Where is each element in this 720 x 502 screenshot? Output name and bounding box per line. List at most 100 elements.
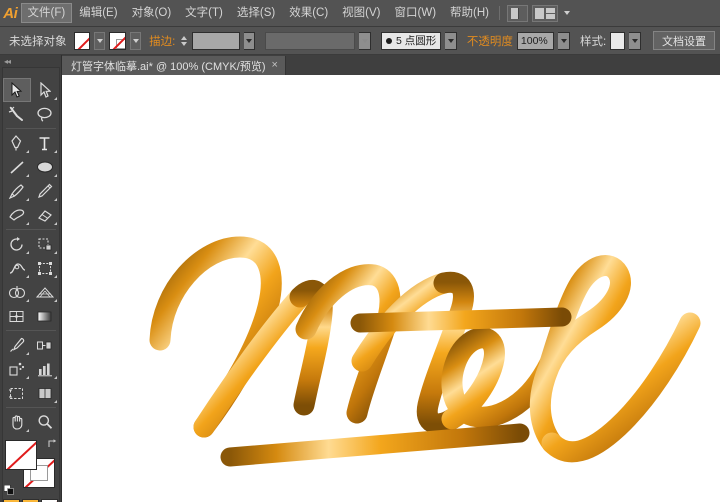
workspace-switcher-icon[interactable] bbox=[532, 5, 558, 22]
blend-tool[interactable] bbox=[31, 333, 59, 357]
tool-flyout-corner-icon bbox=[54, 222, 57, 225]
opacity-input[interactable]: 100% bbox=[517, 32, 555, 50]
shape-builder-tool[interactable] bbox=[3, 280, 31, 304]
menu-item-help[interactable]: 帮助(H) bbox=[443, 3, 496, 23]
ellipse-tool[interactable] bbox=[31, 155, 59, 179]
blob-brush-tool[interactable] bbox=[3, 203, 31, 227]
tool-flyout-corner-icon bbox=[54, 275, 57, 278]
type-tool[interactable] bbox=[31, 131, 59, 155]
document-tab[interactable]: 灯管字体临摹.ai* @ 100% (CMYK/预览) × bbox=[62, 56, 286, 75]
brush-definition-input[interactable] bbox=[265, 32, 355, 50]
menu-bar: Ai 文件(F) 编辑(E) 对象(O) 文字(T) 选择(S) 效果(C) 视… bbox=[0, 0, 720, 27]
column-graph-tool[interactable] bbox=[31, 357, 59, 381]
tool-flyout-corner-icon bbox=[26, 150, 29, 153]
tool-flyout-corner-icon bbox=[54, 150, 57, 153]
fill-color-swatch[interactable] bbox=[74, 32, 91, 50]
menu-item-edit[interactable]: 编辑(E) bbox=[72, 3, 124, 23]
tool-divider bbox=[6, 330, 56, 331]
tools-panel: ◂◂ bbox=[0, 55, 62, 502]
eraser-tool[interactable] bbox=[31, 203, 59, 227]
tool-flyout-corner-icon bbox=[54, 198, 57, 201]
eyedropper-tool[interactable] bbox=[3, 333, 31, 357]
magic-wand-tool[interactable] bbox=[3, 102, 31, 126]
stroke-weight-input[interactable] bbox=[192, 32, 239, 50]
symbol-sprayer-tool[interactable] bbox=[3, 357, 31, 381]
pen-tool[interactable] bbox=[3, 131, 31, 155]
swap-fill-stroke-icon[interactable] bbox=[47, 438, 58, 449]
tool-divider bbox=[6, 128, 56, 129]
menu-item-file[interactable]: 文件(F) bbox=[21, 3, 73, 23]
opacity-label[interactable]: 不透明度 bbox=[467, 33, 513, 49]
gradient-tool[interactable] bbox=[31, 304, 59, 328]
tool-flyout-corner-icon bbox=[26, 251, 29, 254]
paintbrush-tool[interactable] bbox=[3, 179, 31, 203]
stroke-color-swatch[interactable] bbox=[109, 32, 126, 50]
tool-flyout-corner-icon bbox=[54, 174, 57, 177]
menu-item-window[interactable]: 窗口(W) bbox=[388, 3, 444, 23]
brush-definition-dropdown[interactable] bbox=[359, 32, 371, 50]
variable-width-profile-value: 5 点圆形 bbox=[396, 33, 436, 48]
menu-item-type[interactable]: 文字(T) bbox=[178, 3, 230, 23]
stroke-weight-stepper[interactable] bbox=[179, 32, 188, 50]
document-setup-button[interactable]: 文档设置 bbox=[653, 31, 715, 50]
line-segment-tool[interactable] bbox=[3, 155, 31, 179]
profile-dot-icon bbox=[386, 38, 392, 44]
tool-flyout-corner-icon bbox=[26, 429, 29, 432]
arrange-documents-icon[interactable] bbox=[507, 5, 528, 22]
slice-tool[interactable] bbox=[31, 381, 59, 405]
chevron-down-icon[interactable] bbox=[564, 11, 570, 15]
free-transform-tool[interactable] bbox=[31, 256, 59, 280]
graphic-style-swatch[interactable] bbox=[610, 32, 625, 50]
tool-flyout-corner-icon bbox=[54, 251, 57, 254]
menu-item-effect[interactable]: 效果(C) bbox=[282, 3, 335, 23]
stroke-weight-label[interactable]: 描边: bbox=[149, 33, 175, 49]
opacity-dropdown[interactable] bbox=[558, 32, 570, 50]
style-label: 样式: bbox=[580, 33, 606, 49]
default-fill-stroke-icon[interactable] bbox=[4, 485, 14, 495]
graphic-style-dropdown[interactable] bbox=[629, 32, 641, 50]
tool-flyout-corner-icon bbox=[26, 174, 29, 177]
fill-swatch-dropdown[interactable] bbox=[94, 32, 105, 50]
stroke-swatch-dropdown[interactable] bbox=[130, 32, 141, 50]
tool-flyout-corner-icon bbox=[26, 222, 29, 225]
stroke-weight-dropdown[interactable] bbox=[244, 32, 256, 50]
rotate-tool[interactable] bbox=[3, 232, 31, 256]
menu-bar-right-controls bbox=[496, 5, 720, 22]
menu-item-view[interactable]: 视图(V) bbox=[335, 3, 387, 23]
illustrator-window: Ai 文件(F) 编辑(E) 对象(O) 文字(T) 选择(S) 效果(C) 视… bbox=[0, 0, 720, 502]
fill-stroke-controls bbox=[3, 438, 61, 496]
selection-tool[interactable] bbox=[3, 78, 31, 102]
menu-item-object[interactable]: 对象(O) bbox=[125, 3, 179, 23]
tools-panel-collapse-grip[interactable]: ◂◂ bbox=[0, 55, 61, 67]
lasso-tool[interactable] bbox=[31, 102, 59, 126]
zoom-tool[interactable] bbox=[31, 410, 59, 434]
document-canvas[interactable] bbox=[62, 75, 720, 502]
variable-width-profile-dropdown[interactable] bbox=[445, 32, 457, 50]
selection-status-label: 未选择对象 bbox=[5, 33, 70, 49]
direct-selection-tool[interactable] bbox=[31, 78, 59, 102]
tool-flyout-corner-icon bbox=[26, 198, 29, 201]
tool-group-selection bbox=[3, 78, 59, 126]
tool-flyout-corner-icon bbox=[26, 376, 29, 379]
tool-group-transform bbox=[3, 232, 59, 328]
tool-group-draw bbox=[3, 131, 59, 227]
tool-group-navigation bbox=[3, 410, 59, 434]
menu-item-select[interactable]: 选择(S) bbox=[230, 3, 282, 23]
artwork-3d-tube-lettering bbox=[62, 75, 720, 502]
mesh-tool[interactable] bbox=[3, 304, 31, 328]
scale-tool[interactable] bbox=[31, 232, 59, 256]
tool-flyout-corner-icon bbox=[54, 400, 57, 403]
perspective-grid-tool[interactable] bbox=[31, 280, 59, 304]
toolbar-fill-swatch[interactable] bbox=[5, 440, 37, 470]
close-icon[interactable]: × bbox=[272, 60, 278, 71]
tool-flyout-corner-icon bbox=[26, 275, 29, 278]
document-tab-bar: 灯管字体临摹.ai* @ 100% (CMYK/预览) × bbox=[62, 55, 720, 75]
artboard-tool[interactable] bbox=[3, 381, 31, 405]
variable-width-profile-select[interactable]: 5 点圆形 bbox=[381, 32, 441, 50]
menu-separator bbox=[499, 6, 500, 20]
document-tab-title: 灯管字体临摹.ai* @ 100% (CMYK/预览) bbox=[71, 58, 266, 74]
width-tool[interactable] bbox=[3, 256, 31, 280]
pencil-tool[interactable] bbox=[31, 179, 59, 203]
tool-flyout-corner-icon bbox=[26, 299, 29, 302]
hand-tool[interactable] bbox=[3, 410, 31, 434]
